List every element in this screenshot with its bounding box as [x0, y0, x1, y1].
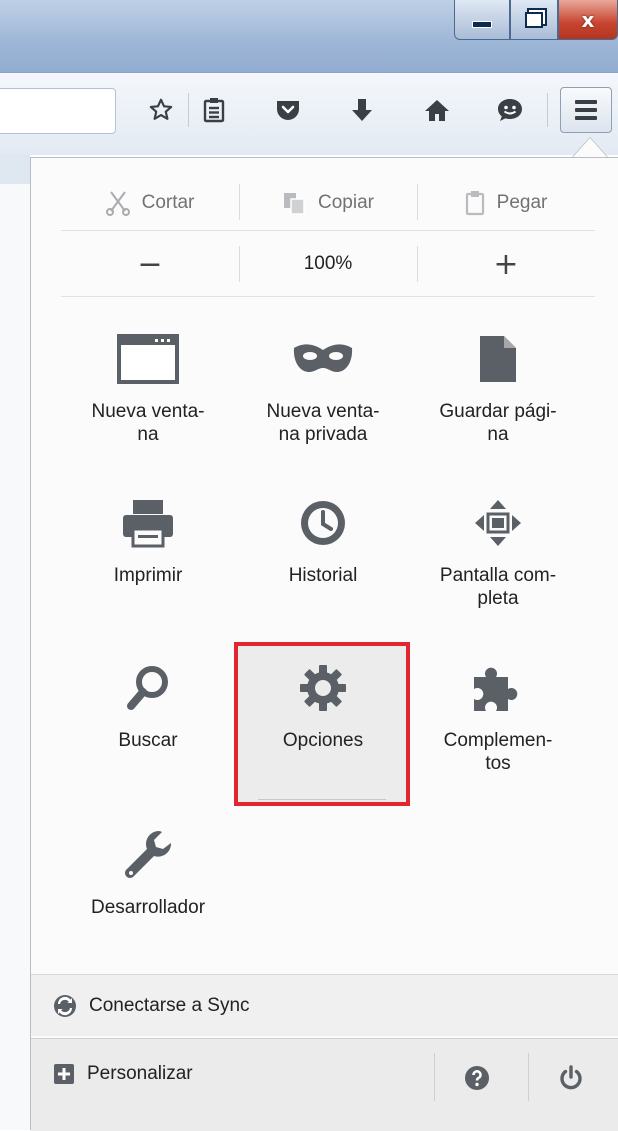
zoom-controls: − 100% +: [61, 232, 595, 297]
page-content: [0, 154, 30, 185]
print-button[interactable]: Imprimir: [61, 498, 235, 587]
window-titlebar: x: [0, 0, 618, 72]
new-window-button[interactable]: Nueva venta- na: [61, 334, 235, 446]
paste-icon: [465, 191, 484, 216]
grid-item-label: Guardar pági- na: [439, 401, 557, 445]
copy-button[interactable]: Copiar: [239, 176, 417, 230]
page-content: [0, 184, 30, 1130]
grid-item-label: Buscar: [118, 730, 178, 751]
footer-separator: [434, 1053, 435, 1101]
grid-item-label: Opciones: [282, 730, 364, 751]
puzzle-icon: [474, 667, 518, 711]
hamburger-menu-icon: [575, 100, 597, 104]
toolbar-separator: [188, 93, 189, 127]
grid-item-label: Historial: [288, 565, 358, 586]
copy-label: Copiar: [318, 192, 374, 213]
sync-label: Conectarse a Sync: [89, 994, 250, 1016]
customize-label: Personalizar: [87, 1063, 193, 1084]
grid-item-label: Nueva venta- na privada: [266, 401, 380, 445]
developer-button[interactable]: Desarrollador: [61, 830, 235, 919]
menu-footer: Personalizar: [31, 1038, 618, 1131]
cut-label: Cortar: [141, 192, 195, 213]
grid-item-label: Nueva venta- na: [91, 401, 205, 445]
zoom-reset-button[interactable]: 100%: [239, 232, 417, 296]
minimize-icon: [472, 21, 492, 28]
navigation-toolbar: [0, 72, 618, 155]
close-button[interactable]: x: [558, 0, 618, 40]
cut-button[interactable]: Cortar: [61, 176, 239, 230]
sync-icon: [54, 994, 76, 1017]
sync-button[interactable]: Conectarse a Sync: [31, 974, 618, 1036]
private-window-button[interactable]: Nueva venta- na privada: [236, 334, 410, 446]
gear-icon: [300, 665, 346, 711]
quit-button[interactable]: [552, 1059, 590, 1097]
pocket-icon[interactable]: [271, 93, 305, 127]
new-window-icon: [117, 334, 179, 384]
history-clock-icon: [301, 501, 345, 545]
minus-icon: −: [137, 246, 163, 282]
zoom-out-button[interactable]: −: [61, 232, 239, 296]
options-button[interactable]: Opciones: [236, 663, 410, 752]
addons-button[interactable]: Complemen- tos: [411, 663, 585, 775]
window-controls: x: [454, 0, 618, 40]
scissors-icon: [105, 191, 130, 216]
paste-button[interactable]: Pegar: [417, 176, 595, 230]
plus-icon: +: [493, 246, 519, 282]
history-button[interactable]: Historial: [236, 498, 410, 587]
zoom-in-button[interactable]: +: [417, 232, 595, 296]
reading-list-icon[interactable]: [197, 93, 231, 127]
find-button[interactable]: Buscar: [61, 663, 235, 752]
star-icon[interactable]: [144, 93, 178, 127]
edit-controls: Cortar Copiar Pegar: [61, 176, 595, 231]
hamburger-menu-button[interactable]: [560, 87, 612, 133]
app-menu-panel: Cortar Copiar Pegar − 100% + Nueva venta…: [30, 157, 618, 1131]
power-icon: [560, 1065, 582, 1090]
hello-chat-icon[interactable]: [493, 93, 527, 127]
save-page-icon: [480, 336, 516, 382]
toolbar-separator: [547, 93, 548, 127]
grid-item-label: Pantalla com- pleta: [439, 565, 557, 609]
home-icon[interactable]: [420, 93, 454, 127]
printer-icon: [123, 500, 173, 548]
zoom-level: 100%: [303, 253, 353, 274]
search-icon: [127, 666, 168, 710]
close-icon: x: [581, 7, 595, 32]
private-mask-icon: [293, 344, 353, 372]
customize-button[interactable]: Personalizar: [53, 1063, 193, 1085]
footer-separator: [528, 1053, 529, 1101]
wrench-icon: [125, 831, 172, 878]
grid-item-label: Complemen- tos: [443, 730, 553, 774]
search-bar[interactable]: [0, 88, 116, 134]
grid-item-label: Imprimir: [113, 565, 183, 586]
plus-box-icon: [54, 1064, 74, 1084]
help-icon: [465, 1066, 489, 1090]
grid-item-label: Desarrollador: [90, 897, 206, 918]
panel-arrow: [572, 137, 608, 157]
download-icon[interactable]: [345, 93, 379, 127]
restore-icon: [525, 11, 543, 28]
paste-label: Pegar: [496, 192, 548, 213]
minimize-button[interactable]: [454, 0, 510, 40]
save-page-button[interactable]: Guardar pági- na: [411, 334, 585, 446]
copy-icon: [284, 193, 305, 215]
help-button[interactable]: [458, 1059, 496, 1097]
restore-button[interactable]: [510, 0, 558, 40]
fullscreen-button[interactable]: Pantalla com- pleta: [411, 498, 585, 610]
fullscreen-icon: [475, 500, 521, 546]
